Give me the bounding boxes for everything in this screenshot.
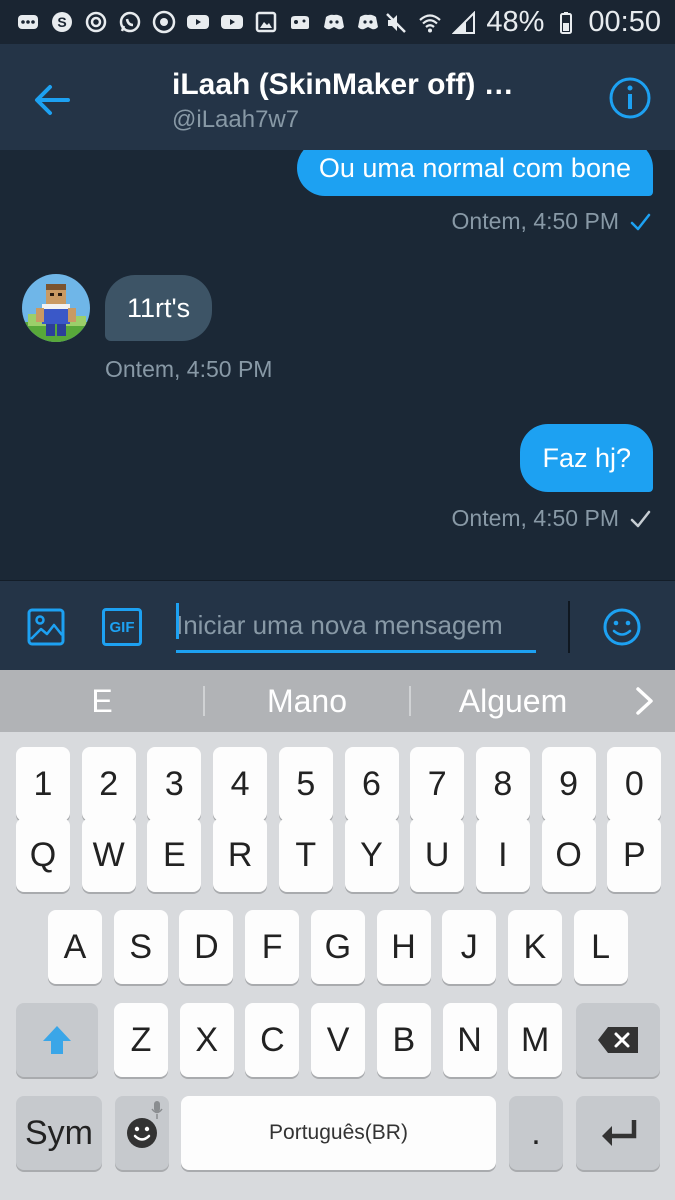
key-3[interactable]: 3 (147, 747, 202, 821)
enter-key[interactable] (576, 1096, 660, 1170)
system-status: 48% 00:50 (384, 6, 661, 39)
key-u[interactable]: U (410, 818, 465, 892)
text-cursor (176, 603, 179, 639)
key-g[interactable]: G (310, 910, 365, 984)
composer-divider (568, 601, 570, 653)
whatsapp-icon (118, 10, 142, 34)
status-bar: S 48% 00:50 (0, 0, 675, 44)
key-d[interactable]: D (179, 910, 234, 984)
discord-icon (322, 10, 346, 34)
youtube-icon (220, 10, 244, 34)
shift-key[interactable] (16, 1003, 98, 1077)
mute-icon (384, 11, 408, 35)
photo-icon[interactable] (26, 607, 66, 647)
avatar[interactable] (22, 274, 90, 342)
key-2[interactable]: 2 (81, 747, 136, 821)
chrome-icon (152, 10, 176, 34)
youtube-icon (186, 10, 210, 34)
key-f[interactable]: F (245, 910, 300, 984)
key-i[interactable]: I (475, 818, 530, 892)
key-y[interactable]: Y (344, 818, 399, 892)
emoji-face-icon (127, 1118, 157, 1148)
backspace-icon (598, 1027, 638, 1053)
key-0[interactable]: 0 (607, 747, 662, 821)
key-k[interactable]: K (507, 910, 562, 984)
message-timestamp: Ontem, 4:50 PM (105, 356, 273, 382)
conversation-handle: @iLaah7w7 (172, 106, 300, 133)
key-1[interactable]: 1 (16, 747, 70, 821)
message-text: Ou uma normal com bone (318, 152, 631, 183)
key-l[interactable]: L (573, 910, 628, 984)
key-p[interactable]: P (607, 818, 662, 892)
key-c[interactable]: C (245, 1003, 300, 1077)
period-key[interactable]: . (509, 1096, 563, 1170)
discord-icon (356, 10, 380, 34)
conversation-header: iLaah (SkinMaker off) … @iLaah7w7 (0, 44, 675, 150)
suggestion-item[interactable]: Alguem (411, 670, 615, 732)
mic-icon (151, 1101, 163, 1119)
battery-icon (554, 11, 578, 35)
suggestion-item[interactable]: E (0, 670, 204, 732)
key-b[interactable]: B (376, 1003, 431, 1077)
key-a[interactable]: A (48, 910, 102, 984)
key-w[interactable]: W (81, 818, 136, 892)
key-h[interactable]: H (376, 910, 431, 984)
message-text: 11rt's (127, 292, 191, 323)
key-r[interactable]: R (213, 818, 268, 892)
suggestion-bar: E Mano Alguem (0, 670, 675, 732)
message-bubble-outgoing[interactable]: Faz hj? (520, 424, 653, 492)
wifi-icon (418, 11, 442, 35)
key-j[interactable]: J (442, 910, 497, 984)
key-v[interactable]: V (311, 1003, 366, 1077)
key-q[interactable]: Q (16, 818, 70, 892)
key-8[interactable]: 8 (475, 747, 530, 821)
clock: 00:50 (588, 6, 661, 38)
more-icon (16, 10, 40, 34)
key-z[interactable]: Z (114, 1003, 168, 1077)
message-list[interactable]: Ou uma normal com bone Ontem, 4:50 PM 11… (0, 150, 675, 580)
key-5[interactable]: 5 (278, 747, 333, 821)
signal-icon (452, 10, 476, 35)
key-9[interactable]: 9 (541, 747, 596, 821)
back-arrow-icon[interactable] (32, 80, 72, 120)
key-e[interactable]: E (147, 818, 202, 892)
chevron-right-icon[interactable] (632, 686, 658, 716)
info-icon[interactable] (608, 76, 652, 120)
message-bubble-incoming[interactable]: 11rt's (105, 275, 213, 341)
key-m[interactable]: M (508, 1003, 563, 1077)
key-n[interactable]: N (442, 1003, 497, 1077)
message-bubble-outgoing[interactable]: Ou uma normal com bone (296, 150, 653, 196)
read-check-icon (630, 213, 651, 230)
enter-arrow-icon (602, 1120, 637, 1146)
backspace-key[interactable] (576, 1003, 660, 1077)
space-key[interactable]: Português(BR) (181, 1096, 496, 1170)
key-4[interactable]: 4 (213, 747, 268, 821)
sym-key[interactable]: Sym (16, 1096, 102, 1170)
message-composer: GIF (0, 580, 675, 670)
suggestion-item[interactable]: Mano (205, 670, 409, 732)
message-timestamp: Ontem, 4:50 PM (452, 505, 651, 532)
sent-check-icon (630, 510, 651, 527)
key-o[interactable]: O (541, 818, 596, 892)
key-6[interactable]: 6 (344, 747, 399, 821)
key-7[interactable]: 7 (410, 747, 465, 821)
skype-icon: S (50, 10, 74, 34)
notification-icons: S (16, 10, 380, 34)
battery-percent: 48% (486, 6, 545, 38)
message-text: Faz hj? (542, 442, 631, 473)
power-icon (84, 10, 108, 34)
keyboard: E Mano Alguem 1234567890QWERTYUIOPASDFGH… (0, 670, 675, 1200)
gamepad-icon (288, 10, 312, 34)
svg-text:S: S (57, 14, 66, 30)
gif-button[interactable]: GIF (102, 608, 142, 646)
message-timestamp: Ontem, 4:50 PM (452, 208, 651, 235)
key-t[interactable]: T (278, 818, 333, 892)
key-s[interactable]: S (113, 910, 168, 984)
shift-arrow-icon (43, 1026, 71, 1054)
message-input[interactable] (176, 601, 536, 653)
conversation-title: iLaah (SkinMaker off) … (172, 68, 514, 101)
emoji-icon[interactable] (602, 607, 642, 647)
gallery-icon (254, 10, 278, 34)
key-x[interactable]: X (179, 1003, 234, 1077)
